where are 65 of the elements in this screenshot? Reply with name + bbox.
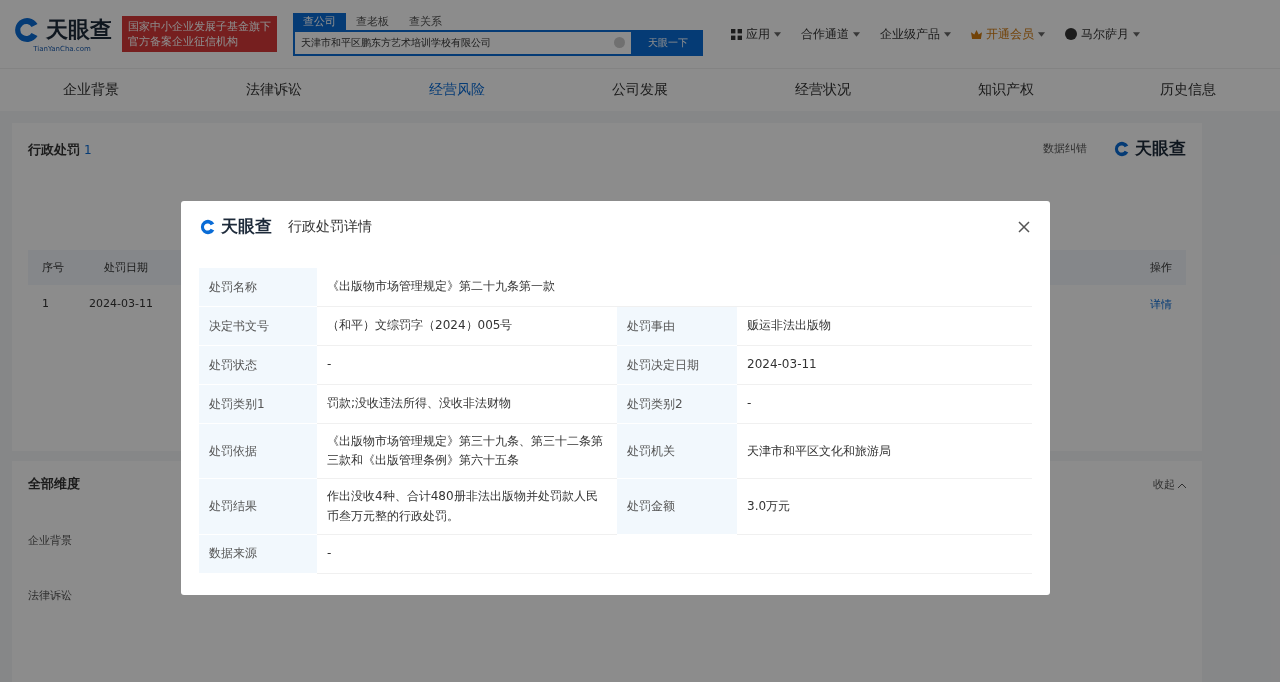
promo-banner[interactable]: 国家中小企业发展子基金旗下 官方备案企业征信机构 <box>122 15 277 53</box>
field-value: 贩运非法出版物 <box>737 307 1032 346</box>
field-label: 数据来源 <box>199 534 317 574</box>
caret-icon <box>853 31 860 37</box>
search-button[interactable]: 天眼一下 <box>633 29 703 56</box>
field-label: 处罚决定日期 <box>617 346 737 385</box>
field-label: 处罚类别2 <box>617 385 737 424</box>
column-header: 处罚日期 <box>104 260 148 275</box>
field-value: 2024-03-11 <box>737 346 1032 385</box>
column-header: 序号 <box>42 260 64 275</box>
field-value: - <box>737 385 1032 424</box>
search-tab[interactable]: 查公司 <box>293 12 346 30</box>
section-tab[interactable]: 经营状况 <box>788 80 857 100</box>
logo-icon <box>199 217 217 236</box>
search-tab[interactable]: 查老板 <box>346 12 399 30</box>
section-tab[interactable]: 公司发展 <box>605 80 674 100</box>
dimension-label: 企业背景 <box>28 533 73 548</box>
section-tab[interactable]: 知识产权 <box>971 80 1040 100</box>
caret-icon <box>1038 31 1045 37</box>
section-tab[interactable]: 经营风险 <box>423 80 492 100</box>
report-link[interactable]: 数据纠错 <box>1043 141 1087 156</box>
close-icon <box>1018 220 1030 233</box>
field-value: 3.0万元 <box>737 479 1032 535</box>
logo-text: 天眼查 <box>221 215 272 238</box>
field-label: 处罚事由 <box>617 307 737 346</box>
table-cell: 2024-03-11 <box>89 297 153 312</box>
field-label: 处罚类别1 <box>199 385 317 424</box>
search-field[interactable]: 天津市和平区鹏东方艺术培训学校有限公司 <box>293 29 633 56</box>
details-link[interactable]: 详情 <box>1150 297 1172 312</box>
section-tab[interactable]: 法律诉讼 <box>240 80 309 100</box>
nav-link[interactable]: 企业级产品 <box>880 25 951 43</box>
dimension-label: 法律诉讼 <box>28 588 73 603</box>
section-title: 全部维度 <box>28 475 80 493</box>
section-tab[interactable]: 历史信息 <box>1154 80 1223 100</box>
nav-link[interactable]: 合作通道 <box>801 25 860 43</box>
field-label: 决定书文号 <box>199 307 317 346</box>
logo-icon <box>1113 139 1131 158</box>
collapse-link[interactable]: 收起 <box>1152 476 1186 492</box>
nav-link[interactable]: 应用 <box>731 25 781 43</box>
avatar-icon <box>1065 28 1077 40</box>
crown-icon <box>971 28 982 40</box>
field-label: 处罚机关 <box>617 424 737 480</box>
logo-text: 天眼查 <box>1135 137 1186 160</box>
field-label: 处罚依据 <box>199 424 317 480</box>
close-button[interactable] <box>1016 218 1032 235</box>
field-value: 天津市和平区文化和旅游局 <box>737 424 1032 480</box>
field-label: 处罚结果 <box>199 479 317 535</box>
caret-icon <box>944 31 951 37</box>
section-title: 行政处罚 <box>28 141 80 157</box>
chevron-up-icon <box>1178 482 1186 488</box>
section-tab[interactable]: 企业背景 <box>57 80 126 100</box>
caret-icon <box>774 31 781 37</box>
field-label: 处罚状态 <box>199 346 317 385</box>
caret-icon <box>1133 31 1140 37</box>
field-label: 处罚名称 <box>199 268 317 307</box>
table-cell: 1 <box>42 297 49 312</box>
grid-icon <box>731 28 742 40</box>
count-text: 1 <box>84 142 92 157</box>
column-header: 操作 <box>1150 260 1172 275</box>
logo-text: 天眼查 <box>46 16 112 44</box>
field-label: 处罚金额 <box>617 479 737 535</box>
search-tab[interactable]: 查关系 <box>399 12 452 30</box>
nav-link[interactable]: 马尔萨月 <box>1065 25 1140 43</box>
dialog-title: 行政处罚详情 <box>288 217 372 236</box>
field-value: - <box>317 534 1032 574</box>
